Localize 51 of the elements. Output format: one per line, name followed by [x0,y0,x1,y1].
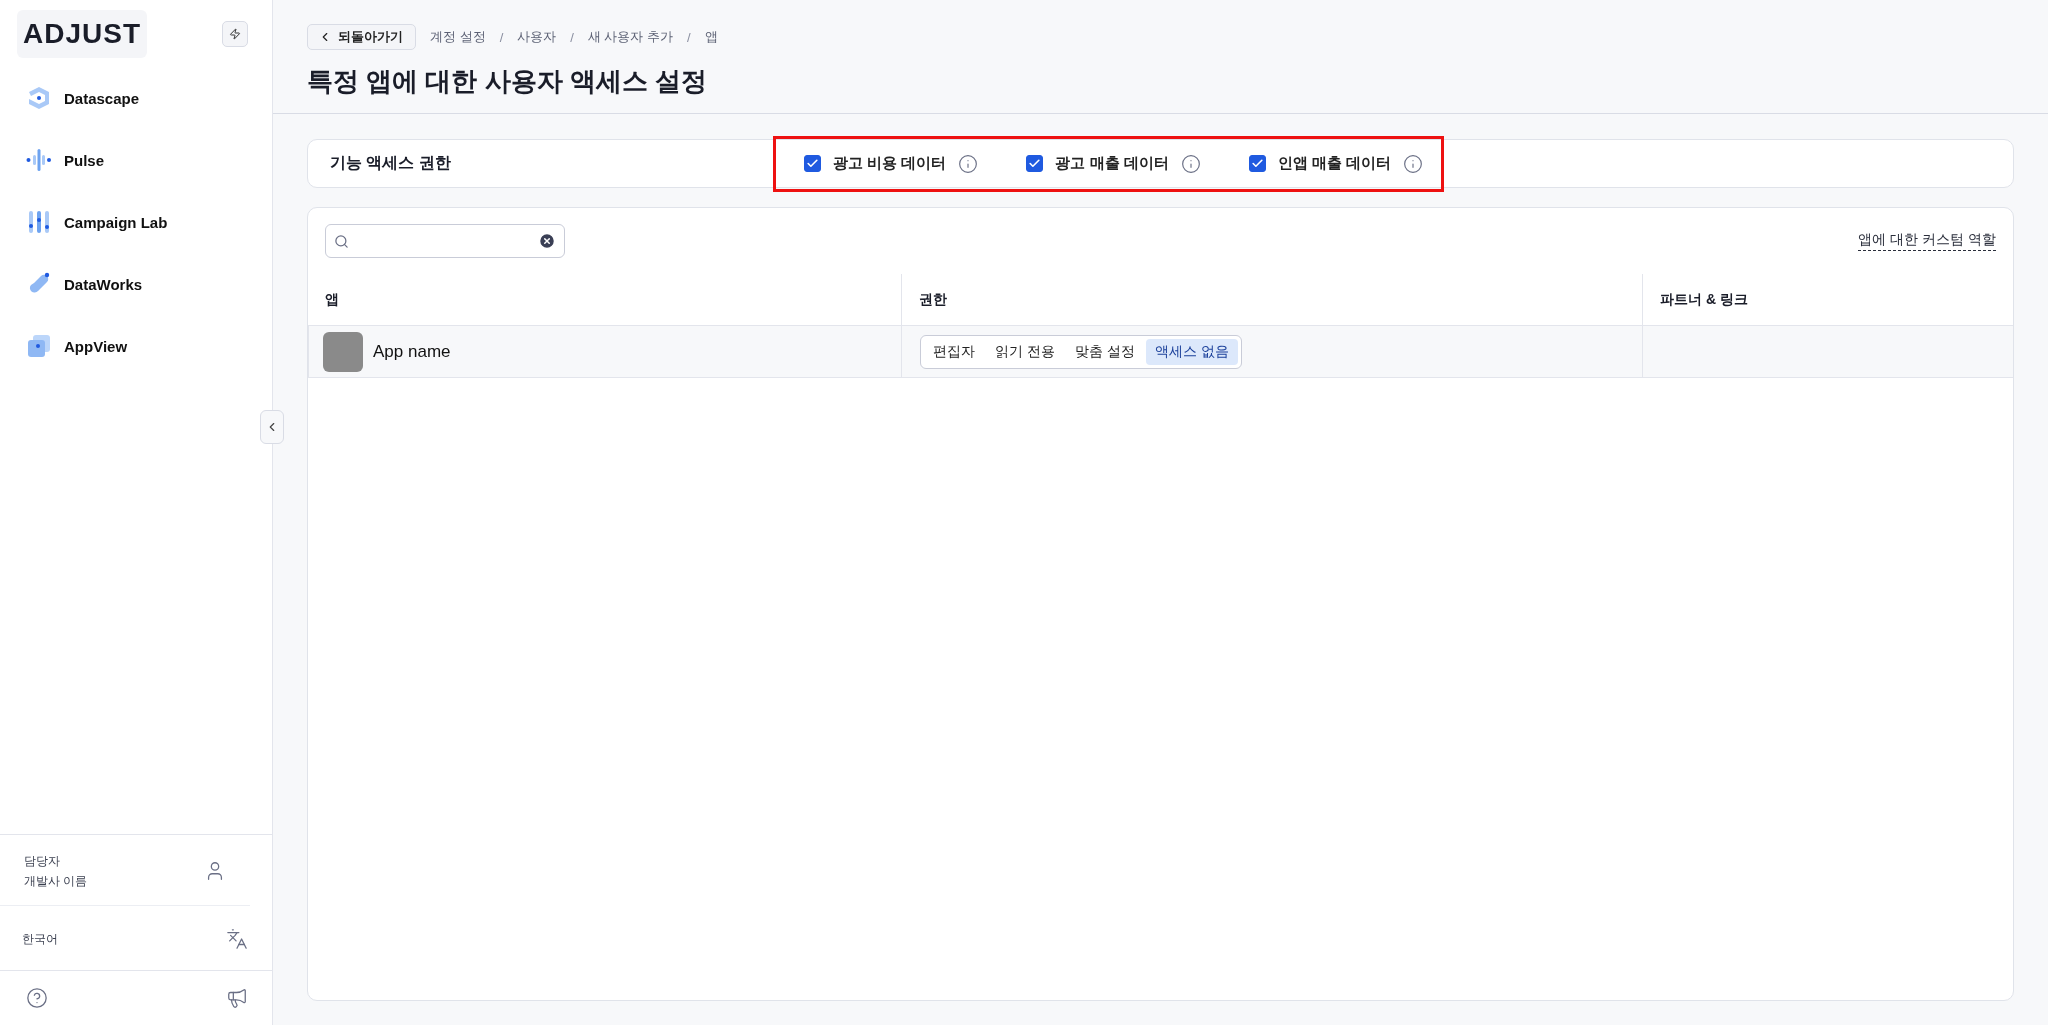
info-icon[interactable] [1403,153,1424,174]
app-thumbnail [323,331,363,372]
pulse-bars-icon [26,147,52,173]
logo[interactable]: ADJUST [17,10,147,58]
megaphone-icon[interactable] [226,987,248,1009]
check-icon [806,157,819,170]
permission-option[interactable]: 편집자 [924,338,984,365]
breadcrumb-link[interactable]: 앱 [704,28,718,46]
breadcrumb-link[interactable]: 사용자 [517,28,557,46]
translate-icon[interactable] [226,928,248,950]
info-icon[interactable] [958,153,979,174]
sidebar-item[interactable]: DataWorks [26,266,272,302]
checkbox-label: 광고 비용 데이터 [833,154,947,173]
permission-option[interactable]: 읽기 전용 [986,338,1064,365]
clear-icon[interactable] [538,232,556,250]
sliders-icon [26,209,52,235]
checkbox-label: 광고 매출 데이터 [1055,154,1169,173]
custom-roles-link[interactable]: 앱에 대한 커스텀 역할 [1858,231,1996,251]
developer-name: 개발사 이름 [24,873,88,890]
checkbox-label: 인앱 매출 데이터 [1277,154,1392,173]
search-icon [334,233,349,249]
lightning-icon [229,28,241,40]
column-header: 앱 [324,289,340,309]
permission-option[interactable]: 액세스 없음 [1145,338,1238,365]
page-title: 특정 앱에 대한 사용자 액세스 설정 [307,65,709,98]
overlapping-squares-icon [26,333,52,359]
feature-access-label: 기능 액세스 권한 [330,153,452,173]
search-field[interactable] [325,224,565,258]
breadcrumb-separator: / [570,29,574,45]
breadcrumb-separator: / [687,29,691,45]
user-role: 담당자 [24,853,61,870]
language-label: 한국어 [22,931,58,948]
sidebar-item[interactable]: Campaign Lab [26,204,272,240]
sidebar-item[interactable]: AppView [26,328,272,364]
check-icon [1028,157,1042,170]
app-name: App name [373,341,451,362]
back-button[interactable]: 되돌아가기 [307,24,416,50]
sidebar-item[interactable]: Datascape [26,80,272,116]
help-icon[interactable] [26,987,48,1009]
breadcrumb-link[interactable]: 계정 설정 [430,28,486,46]
permission-option[interactable]: 맞춤 설정 [1065,338,1144,365]
checkbox[interactable] [1248,155,1266,172]
breadcrumb-link[interactable]: 새 사용자 추가 [587,28,674,46]
checkbox[interactable] [1026,155,1044,172]
check-icon [1250,157,1264,170]
info-icon[interactable] [1180,153,1201,174]
breadcrumb-separator: / [499,29,504,45]
lightning-button[interactable] [222,21,248,47]
checkbox[interactable] [804,155,821,172]
hexagon-icon [26,85,52,111]
sidebar-item[interactable]: Pulse [26,142,272,178]
